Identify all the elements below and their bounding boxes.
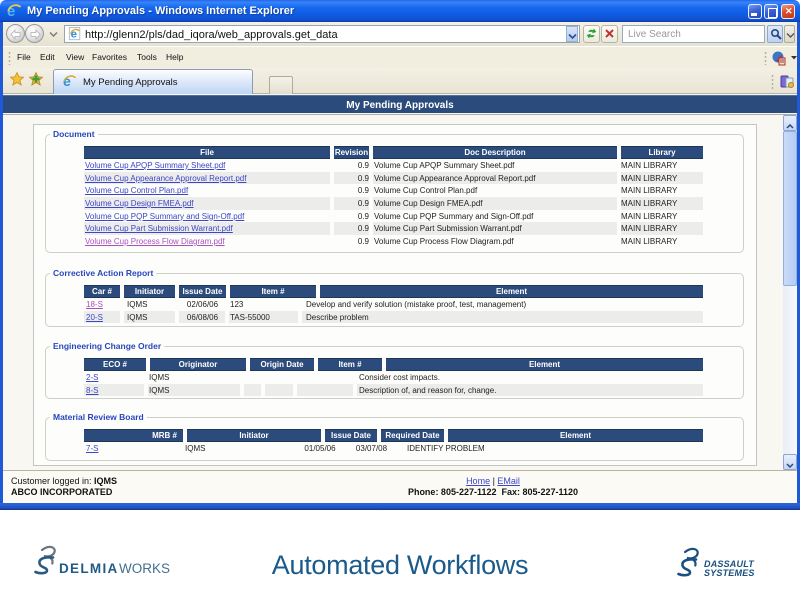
svg-text:DELMIA: DELMIA <box>59 561 119 576</box>
svg-text:SYSTEMES: SYSTEMES <box>704 568 755 578</box>
svg-text:WORKS: WORKS <box>119 561 170 576</box>
